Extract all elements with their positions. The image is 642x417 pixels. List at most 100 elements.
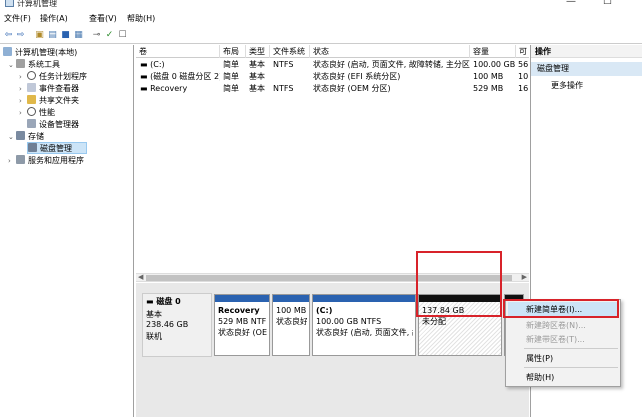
column-type[interactable]: 类型 bbox=[246, 45, 270, 58]
expand-arrow-icon[interactable]: › bbox=[19, 83, 27, 95]
disk-info-panel[interactable]: ▬ 磁盘 0 基本 238.46 GB 联机 bbox=[142, 293, 212, 357]
disk-size: 238.46 GB bbox=[146, 320, 189, 329]
column-status[interactable]: 状态 bbox=[310, 45, 470, 58]
menu-item-new-striped-volume[interactable]: 新建带区卷(T)... bbox=[526, 334, 585, 345]
tree-label: 性能 bbox=[39, 108, 55, 117]
tree-label: 设备管理器 bbox=[39, 120, 79, 129]
volume-row[interactable]: ▬ (磁盘 0 磁盘分区 2) 简单 基本 状态良好 (EFI 系统分区) 10… bbox=[136, 71, 529, 83]
disk-name: ▬ 磁盘 0 bbox=[146, 296, 181, 307]
scroll-right-icon[interactable]: ▶ bbox=[522, 273, 527, 281]
volume-status: 状态良好 (OEM 分区) bbox=[313, 84, 391, 93]
menu-item-new-spanned-volume[interactable]: 新建跨区卷(N)... bbox=[526, 320, 586, 331]
tree-item-performance[interactable]: › 性能 bbox=[19, 107, 55, 119]
help-book-icon[interactable]: ■ bbox=[60, 30, 71, 41]
partition-status: 未分配 bbox=[422, 317, 446, 326]
actions-disk-management[interactable]: 磁盘管理 bbox=[531, 62, 642, 76]
volume-name-text: (磁盘 0 磁盘分区 2) bbox=[150, 72, 220, 81]
collapse-arrow-icon[interactable]: ⌄ bbox=[8, 59, 16, 71]
volume-row[interactable]: ▬ Recovery 简单 基本 NTFS 状态良好 (OEM 分区) 529 … bbox=[136, 83, 529, 95]
volume-icon: ▬ bbox=[140, 84, 151, 93]
partition-efi[interactable]: 100 MB 状态良好 bbox=[272, 294, 310, 356]
volume-type: 基本 bbox=[249, 72, 265, 81]
expand-arrow-icon[interactable]: › bbox=[19, 71, 27, 83]
partition-recovery[interactable]: Recovery 529 MB NTF 状态良好 (OE bbox=[214, 294, 270, 356]
tree-item-device-manager[interactable]: 设备管理器 bbox=[27, 119, 79, 131]
navigation-tree: 计算机管理(本地) ⌄ 系统工具 › 任务计划程序 › 事件查看器 › 共享文件夹 › 性… bbox=[0, 45, 134, 417]
expand-arrow-icon[interactable]: › bbox=[19, 95, 27, 107]
tree-item-task-scheduler[interactable]: › 任务计划程序 bbox=[19, 71, 87, 83]
partition-size: 100 MB bbox=[276, 306, 307, 315]
expand-arrow-icon[interactable]: › bbox=[19, 107, 27, 119]
actions-header: 操作 bbox=[531, 45, 642, 58]
column-free[interactable]: 可 bbox=[516, 45, 529, 58]
disk-name-text: 磁盘 0 bbox=[156, 297, 181, 306]
column-volume[interactable]: 卷 bbox=[136, 45, 220, 58]
toolbar: ⇦ ⇨ ▣ ▤ ■ ▦ ⊸ ✓ ☐ bbox=[0, 27, 642, 44]
disk-kind: 基本 bbox=[146, 310, 162, 319]
partition-size: 529 MB NTF bbox=[218, 317, 267, 326]
tree-item-shared-folders[interactable]: › 共享文件夹 bbox=[19, 95, 79, 107]
menu-file[interactable]: 文件(F) bbox=[4, 13, 31, 24]
tree-item-services-apps[interactable]: › 服务和应用程序 bbox=[8, 155, 84, 167]
volume-name: ▬ Recovery bbox=[140, 83, 220, 95]
menu-view[interactable]: 查看(V) bbox=[89, 13, 117, 24]
key-icon[interactable]: ⊸ bbox=[91, 30, 102, 41]
volume-layout: 简单 bbox=[223, 84, 239, 93]
column-capacity[interactable]: 容量 bbox=[470, 45, 516, 58]
expand-arrow-icon[interactable]: › bbox=[8, 155, 16, 167]
properties-icon[interactable]: ▦ bbox=[73, 30, 84, 41]
menu-help[interactable]: 帮助(H) bbox=[127, 13, 155, 24]
tree-item-root[interactable]: 计算机管理(本地) bbox=[3, 47, 77, 59]
back-arrow-icon[interactable]: ⇦ bbox=[3, 30, 14, 41]
volume-name-text: Recovery bbox=[150, 84, 188, 93]
disk-icon: ▬ bbox=[146, 297, 157, 306]
column-layout[interactable]: 布局 bbox=[220, 45, 246, 58]
tree-item-system-tools[interactable]: ⌄ 系统工具 bbox=[8, 59, 60, 71]
device-manager-icon bbox=[27, 119, 36, 128]
volume-free: 16 bbox=[518, 84, 529, 93]
new-simple-volume-highlight bbox=[503, 299, 619, 318]
menu-item-properties[interactable]: 属性(P) bbox=[526, 353, 553, 364]
minimize-button[interactable]: — bbox=[566, 0, 576, 7]
partition-status: 状态良好 bbox=[276, 317, 307, 326]
volume-free: 10 bbox=[518, 72, 529, 81]
more-actions-link[interactable]: 更多操作 bbox=[551, 80, 583, 91]
scroll-left-icon[interactable]: ◀ bbox=[138, 273, 143, 281]
partition-text: 100 MB 状态良好 bbox=[276, 305, 307, 327]
volume-type: 基本 bbox=[249, 84, 265, 93]
partition-status: 状态良好 (启动, 页面文件, 故 bbox=[316, 328, 413, 337]
volume-list-header: 卷 布局 类型 文件系统 状态 容量 可 bbox=[136, 45, 529, 58]
volume-layout: 简单 bbox=[223, 60, 239, 69]
volume-layout: 简单 bbox=[223, 72, 239, 81]
forward-arrow-icon[interactable]: ⇨ bbox=[15, 30, 26, 41]
menu-action[interactable]: 操作(A) bbox=[40, 13, 68, 24]
up-folder-icon[interactable]: ▣ bbox=[34, 30, 45, 41]
partition-text: (C:) 100.00 GB NTFS 状态良好 (启动, 页面文件, 故 bbox=[316, 305, 413, 338]
collapse-arrow-icon[interactable]: ⌄ bbox=[8, 131, 16, 143]
storage-icon bbox=[16, 131, 25, 140]
volume-row[interactable]: ▬ (C:) 简单 基本 NTFS 状态良好 (启动, 页面文件, 故障转储, … bbox=[136, 59, 529, 71]
list-view-icon[interactable]: ☐ bbox=[117, 30, 128, 41]
tree-label: 任务计划程序 bbox=[39, 72, 87, 81]
partition-c[interactable]: (C:) 100.00 GB NTFS 状态良好 (启动, 页面文件, 故 bbox=[312, 294, 416, 356]
check-icon[interactable]: ✓ bbox=[104, 30, 115, 41]
window-title: 计算机管理 bbox=[17, 0, 57, 8]
menu-separator bbox=[524, 367, 618, 368]
disk-management-pane: 卷 布局 类型 文件系统 状态 容量 可 ▬ (C:) 简单 基本 NTFS 状… bbox=[136, 45, 529, 417]
unallocated-highlight bbox=[416, 251, 502, 317]
menu-item-help[interactable]: 帮助(H) bbox=[526, 372, 554, 383]
computer-icon bbox=[3, 47, 12, 56]
tree-item-event-viewer[interactable]: › 事件查看器 bbox=[19, 83, 79, 95]
partition-title: (C:) bbox=[316, 306, 333, 315]
volume-name-text: (C:) bbox=[150, 60, 165, 69]
clock-icon bbox=[27, 71, 36, 80]
tree-item-disk-management[interactable]: 磁盘管理 bbox=[27, 142, 87, 154]
column-filesystem[interactable]: 文件系统 bbox=[270, 45, 310, 58]
volume-capacity: 100 MB bbox=[473, 72, 504, 81]
show-tree-icon[interactable]: ▤ bbox=[47, 30, 58, 41]
performance-icon bbox=[27, 107, 36, 116]
partition-status: 状态良好 (OE bbox=[218, 328, 267, 337]
partition-title: Recovery bbox=[218, 306, 260, 315]
tree-label: 服务和应用程序 bbox=[28, 156, 84, 165]
maximize-button[interactable]: ☐ bbox=[603, 0, 612, 7]
